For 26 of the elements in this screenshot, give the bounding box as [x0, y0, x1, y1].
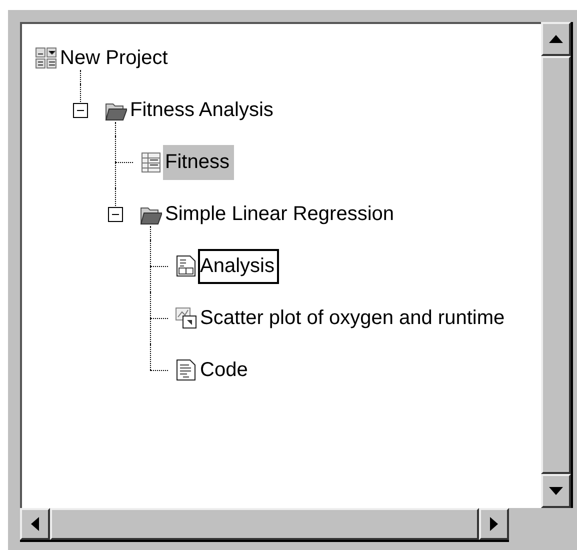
scrollbar-thumb[interactable]: [541, 56, 571, 474]
up-arrow-icon: [549, 35, 563, 43]
left-arrow-icon: [31, 517, 39, 531]
grid-icon: [35, 47, 57, 69]
tree-item[interactable]: Scatter plot of oxygen and runtime: [198, 300, 510, 336]
scroll-left-button[interactable]: [20, 508, 50, 540]
horizontal-scrollbar[interactable]: [20, 508, 509, 542]
tree-item[interactable]: Fitness Analysis: [128, 92, 278, 128]
tree-item[interactable]: Analysis: [198, 248, 280, 284]
scroll-right-button[interactable]: [479, 508, 509, 540]
tree-item[interactable]: Simple Linear Regression: [163, 196, 400, 232]
tree-item[interactable]: Code: [198, 352, 253, 388]
document-icon: [175, 255, 197, 277]
scroll-up-button[interactable]: [541, 22, 571, 56]
tree-item[interactable]: New Project: [58, 40, 173, 76]
collapse-icon[interactable]: [108, 206, 123, 222]
right-arrow-icon: [490, 517, 498, 531]
vertical-scrollbar[interactable]: [541, 22, 573, 508]
scroll-down-button[interactable]: [541, 474, 571, 508]
document-icon: [175, 359, 197, 381]
scrollbar-thumb[interactable]: [50, 508, 479, 540]
collapse-icon[interactable]: [73, 102, 88, 118]
tree-item[interactable]: Fitness: [163, 144, 234, 180]
chart-icon: [175, 307, 197, 329]
down-arrow-icon: [549, 487, 563, 495]
table-icon: [140, 151, 162, 173]
